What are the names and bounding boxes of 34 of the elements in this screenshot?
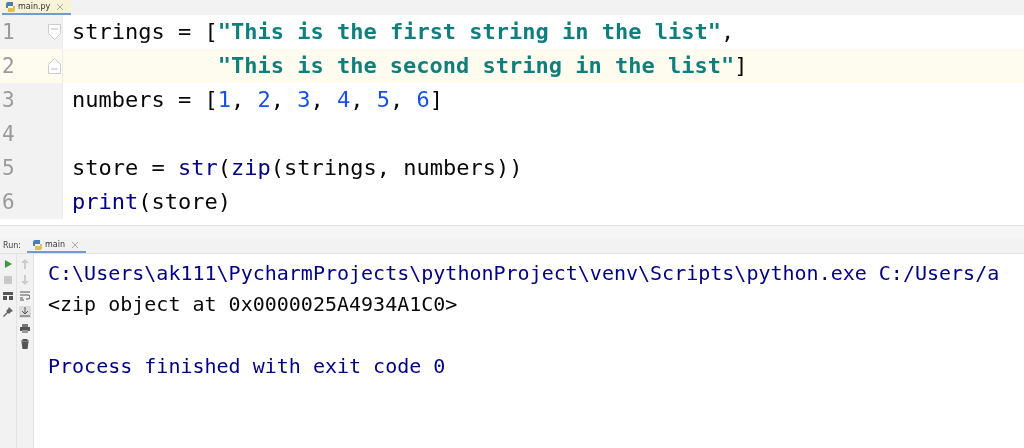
scroll-to-end-icon[interactable] (19, 306, 31, 318)
line-number: 4 (1, 121, 16, 148)
python-file-icon (33, 239, 43, 250)
run-tab[interactable]: main (27, 238, 87, 253)
code-line: "This is the second string in the list"] (217, 53, 748, 78)
line-number: 6 (1, 189, 16, 216)
up-arrow-icon[interactable] (19, 258, 31, 270)
stop-icon[interactable] (2, 274, 14, 286)
fold-marker-icon[interactable] (48, 24, 61, 40)
code-line: store = str(zip(strings, numbers)) (72, 155, 523, 180)
layout-icon[interactable] (2, 290, 14, 302)
down-arrow-icon[interactable] (19, 274, 31, 286)
close-icon[interactable] (72, 241, 79, 248)
python-file-icon (6, 1, 15, 12)
pin-icon[interactable] (2, 306, 14, 318)
console-line: Process finished with exit code 0 (48, 354, 446, 378)
soft-wrap-icon[interactable] (19, 290, 31, 302)
line-number: 1 (1, 19, 16, 46)
line-number: 5 (1, 155, 16, 182)
close-icon[interactable] (57, 3, 64, 10)
run-label: Run: (2, 240, 23, 252)
code-line: print(store) (72, 189, 231, 214)
code-line: strings = ["This is the first string in the list", (72, 19, 735, 44)
line-number: 3 (1, 87, 16, 114)
print-icon[interactable] (19, 322, 31, 334)
console-line: C:\Users\ak111\PycharmProjects\pythonProject\venv\Scripts\python.exe C:/Users/a (48, 261, 1000, 285)
line-number: 2 (1, 53, 16, 80)
file-tab[interactable]: main.py (2, 0, 72, 15)
code-line: numbers = [1, 2, 3, 4, 5, 6] (72, 87, 443, 112)
trash-icon[interactable] (19, 338, 31, 350)
console-line: <zip object at 0x0000025A4934A1C0> (48, 292, 458, 316)
panel-splitter[interactable] (0, 225, 1024, 238)
run-icon[interactable] (2, 258, 14, 270)
fold-marker-icon[interactable] (48, 58, 61, 74)
